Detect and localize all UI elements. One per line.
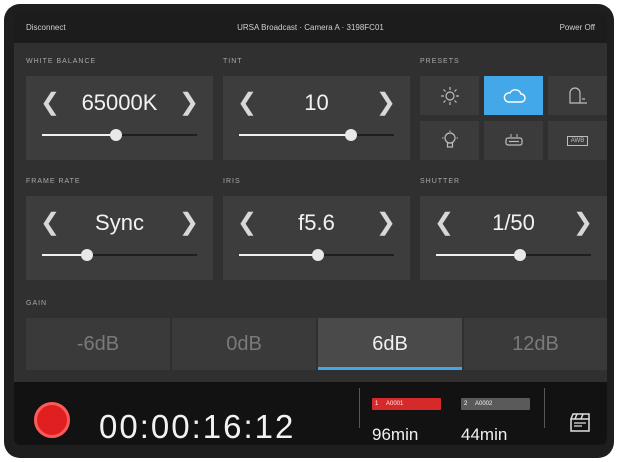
- gain-selector: -6dB 0dB 6dB 12dB: [26, 318, 607, 370]
- iris-decrease-chevron-left-icon[interactable]: ❮: [237, 208, 257, 237]
- divider: [544, 388, 545, 428]
- media-slot-2-number: 2: [464, 401, 468, 407]
- power-off-button[interactable]: Power Off: [560, 23, 595, 32]
- shutter-control: ❮ 1/50 ❯: [420, 196, 607, 280]
- shutter-value: 1/50: [492, 210, 535, 235]
- iris-slider-thumb[interactable]: [312, 249, 325, 261]
- shutter-increase-chevron-right-icon[interactable]: ❯: [573, 208, 593, 237]
- frame-rate-increase-chevron-right-icon[interactable]: ❯: [179, 208, 199, 237]
- custom-preset-icon: AWB: [566, 135, 589, 146]
- media-slot-2-label: A0002: [475, 401, 493, 407]
- fluorescent-icon: [504, 133, 523, 146]
- timecode-display: 00:00:16:12: [99, 408, 296, 445]
- frame-rate-slider-thumb[interactable]: [80, 249, 93, 261]
- gain-heading: GAIN: [26, 300, 48, 307]
- frame-rate-decrease-chevron-left-icon[interactable]: ❮: [40, 208, 60, 237]
- tint-decrease-chevron-left-icon[interactable]: ❮: [237, 88, 257, 117]
- shutter-slider[interactable]: [436, 249, 591, 261]
- device-bezel: Disconnect URSA Broadcast · Camera A · 3…: [4, 4, 614, 458]
- media-slot-1-number: 1: [375, 401, 379, 407]
- gain-option-12db[interactable]: 12dB: [464, 318, 607, 370]
- camera-title: URSA Broadcast · Camera A · 3198FC01: [237, 23, 384, 32]
- iris-heading: IRIS: [223, 178, 241, 185]
- gain-option-0db[interactable]: 0dB: [172, 318, 316, 370]
- white-balance-decrease-chevron-left-icon[interactable]: ❮: [40, 88, 60, 117]
- tint-slider-thumb[interactable]: [344, 129, 357, 141]
- preset-custom-button[interactable]: AWB: [548, 121, 607, 160]
- media-slot-1-remaining: 96min: [372, 425, 419, 444]
- tint-slider[interactable]: [239, 129, 394, 141]
- iris-value: f5.6: [298, 210, 335, 235]
- preset-cloud-button[interactable]: [484, 76, 543, 115]
- sun-icon: [440, 86, 459, 105]
- media-slot-1-label: A0001: [386, 401, 404, 407]
- tint-control: ❮ 10 ❯: [223, 76, 410, 160]
- iris-control: ❮ f5.6 ❯: [223, 196, 410, 280]
- white-balance-slider[interactable]: [42, 129, 197, 141]
- preset-sun-button[interactable]: [420, 76, 479, 115]
- tint-value: 10: [304, 90, 329, 115]
- preset-fluorescent-button[interactable]: [484, 121, 543, 160]
- gain-option-minus-6db[interactable]: -6dB: [26, 318, 170, 370]
- white-balance-value: 65000K: [81, 90, 158, 115]
- top-bar: Disconnect URSA Broadcast · Camera A · 3…: [14, 13, 607, 43]
- frame-rate-value: Sync: [95, 210, 144, 235]
- record-button[interactable]: [34, 402, 70, 438]
- media-slot-1-tag: [372, 398, 441, 410]
- media-slot-2[interactable]: 2 A0002: [461, 398, 531, 410]
- clapperboard-button[interactable]: [569, 412, 591, 437]
- camera-control-screen: Disconnect URSA Broadcast · Camera A · 3…: [14, 13, 607, 445]
- clapperboard-icon: [570, 413, 590, 432]
- shade-icon: [568, 86, 587, 104]
- tint-increase-chevron-right-icon[interactable]: ❯: [376, 88, 396, 117]
- divider: [359, 388, 360, 428]
- white-balance-heading: WHITE BALANCE: [26, 58, 97, 65]
- shutter-slider-thumb[interactable]: [513, 249, 526, 261]
- frame-rate-control: ❮ Sync ❯: [26, 196, 213, 280]
- iris-slider[interactable]: [239, 249, 394, 261]
- white-balance-control: ❮ 65000K ❯: [26, 76, 213, 160]
- shutter-heading: SHUTTER: [420, 178, 461, 185]
- bulb-icon: [441, 130, 458, 148]
- cloud-icon: [503, 88, 526, 103]
- shutter-decrease-chevron-left-icon[interactable]: ❮: [434, 208, 454, 237]
- white-balance-slider-thumb[interactable]: [110, 129, 123, 141]
- iris-increase-chevron-right-icon[interactable]: ❯: [376, 208, 396, 237]
- media-slot-1[interactable]: 1 A0001: [372, 398, 442, 410]
- preset-tungsten-button[interactable]: [420, 121, 479, 160]
- frame-rate-slider[interactable]: [42, 249, 197, 261]
- white-balance-increase-chevron-right-icon[interactable]: ❯: [179, 88, 199, 117]
- media-slot-2-remaining: 44min: [461, 425, 508, 444]
- presets-heading: PRESETS: [420, 58, 460, 65]
- frame-rate-heading: FRAME RATE: [26, 178, 81, 185]
- preset-shade-button[interactable]: [548, 76, 607, 115]
- tint-heading: TINT: [223, 58, 243, 65]
- media-slot-2-tag: [461, 398, 530, 410]
- presets-grid: AWB: [420, 76, 607, 160]
- gain-option-6db[interactable]: 6dB: [318, 318, 462, 370]
